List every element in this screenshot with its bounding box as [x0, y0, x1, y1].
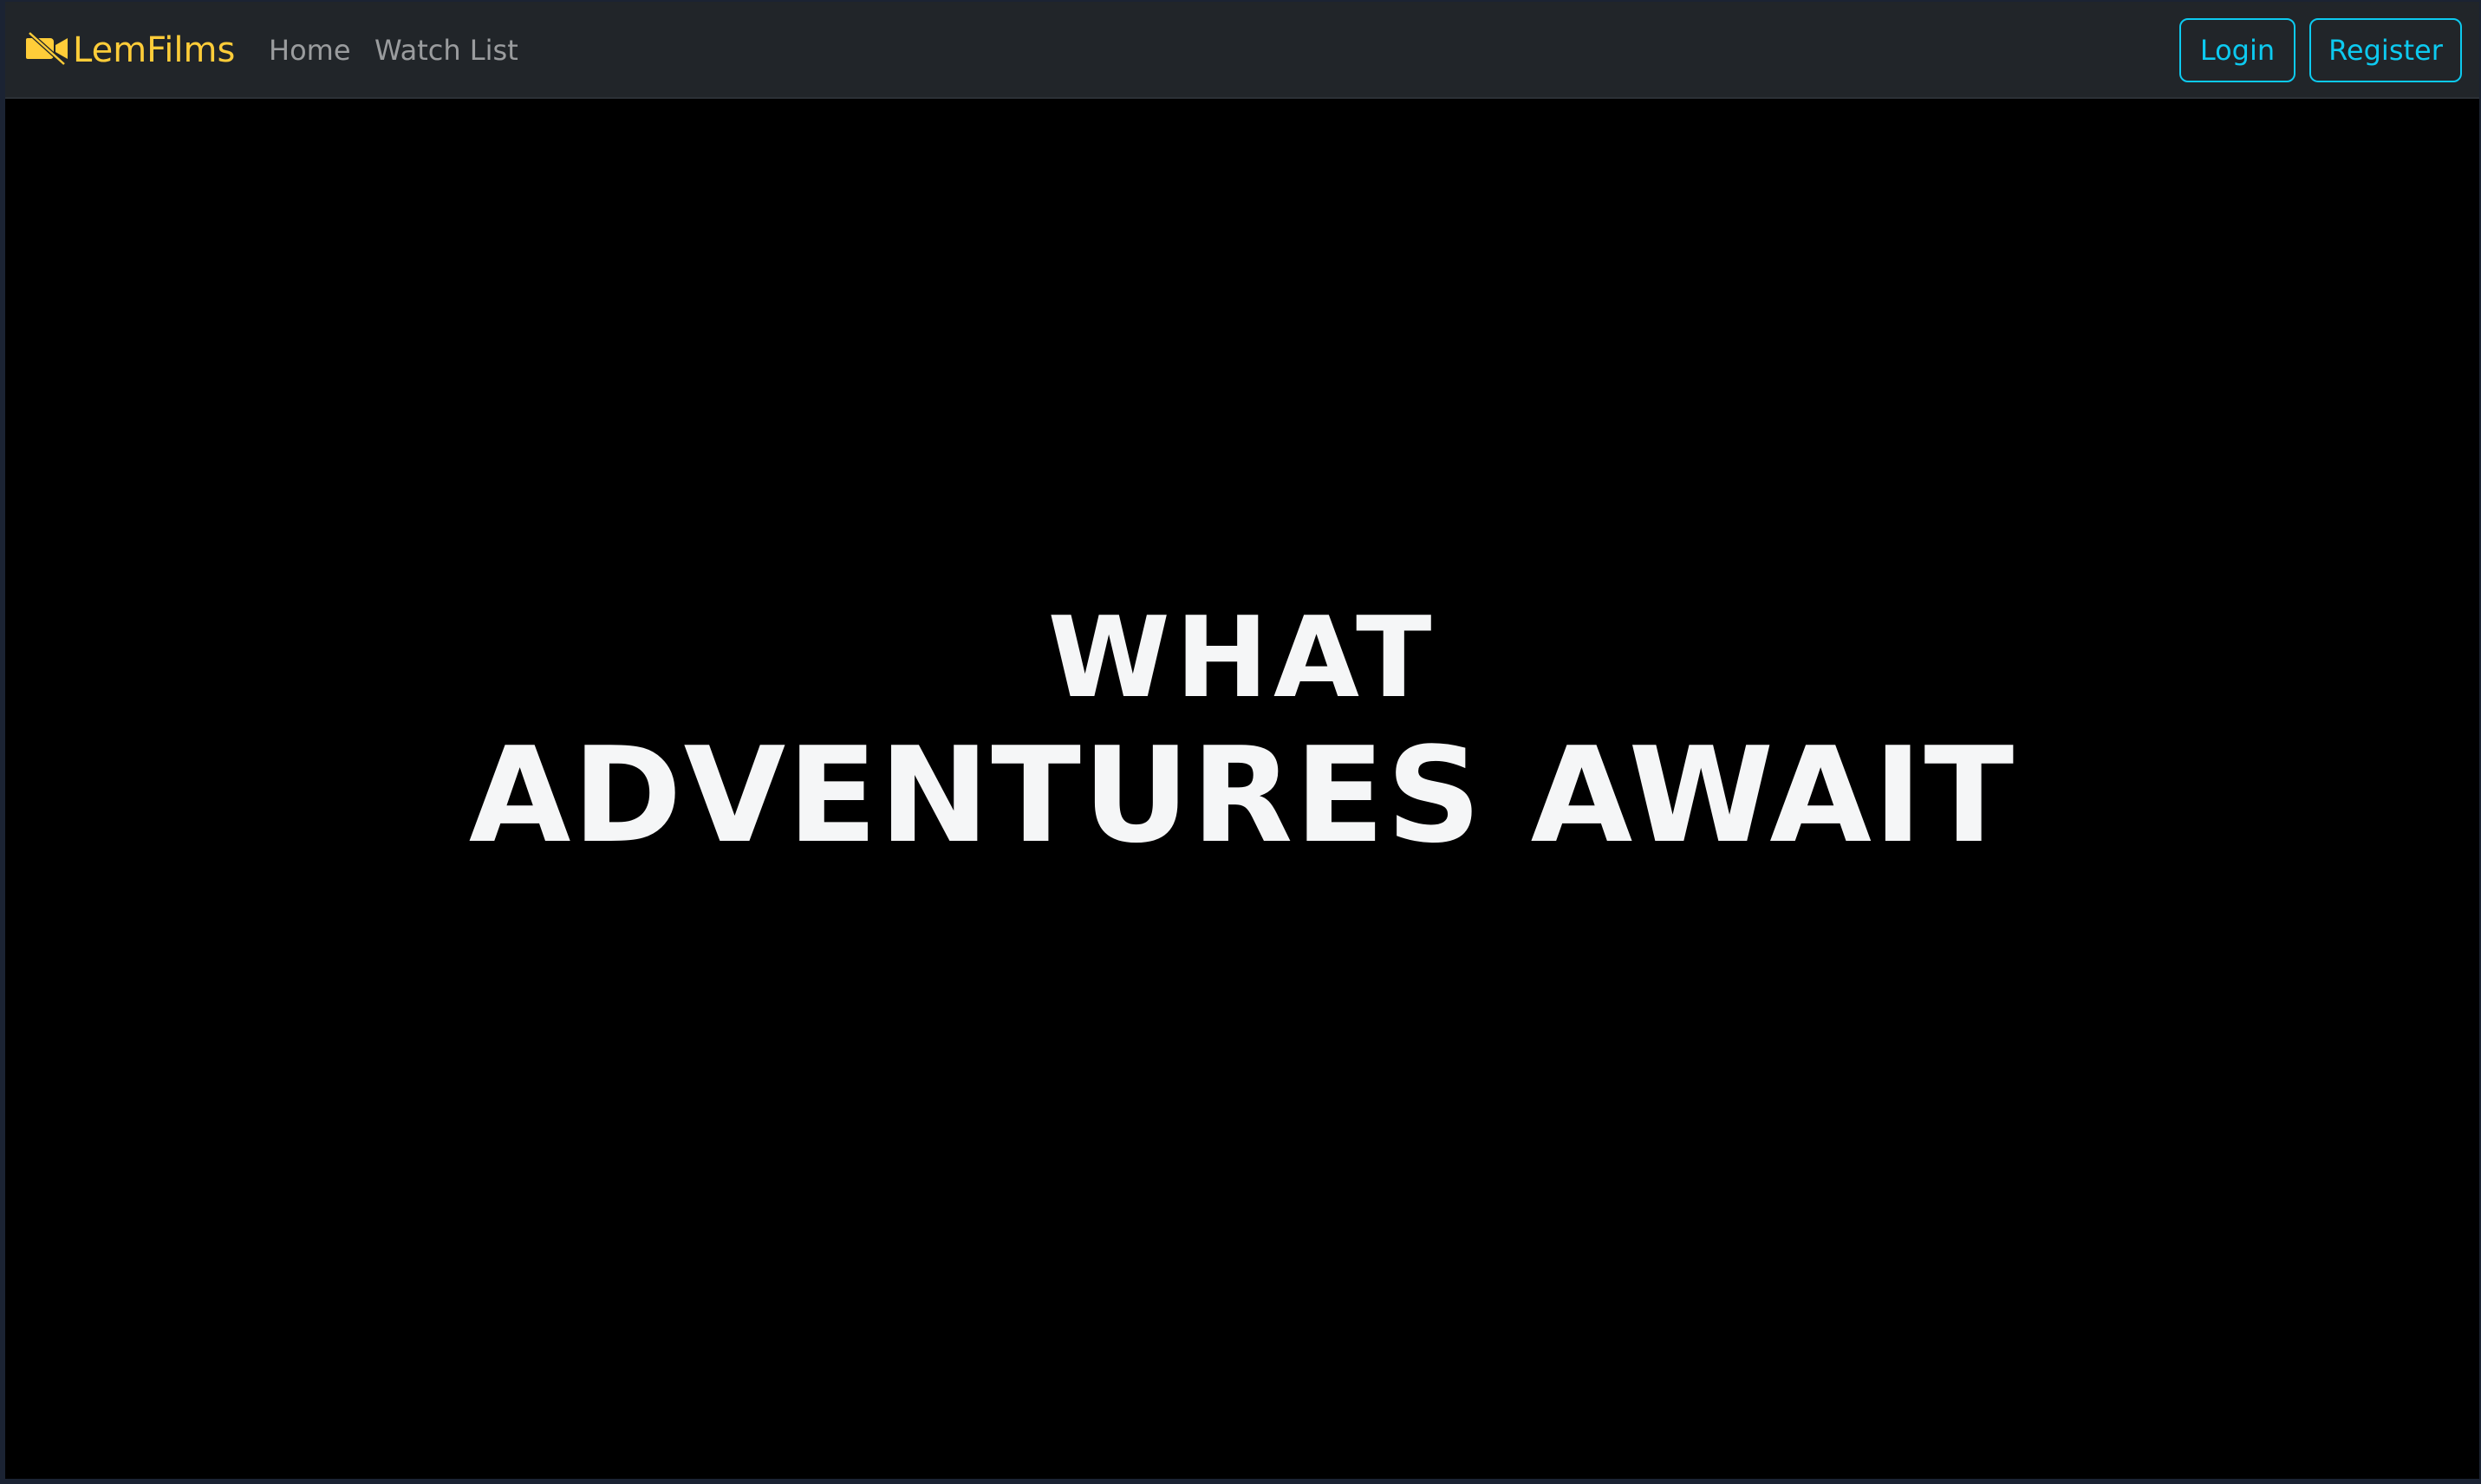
browser-window: LemFilms Home Watch List Login Register … — [5, 2, 2479, 1479]
navbar: LemFilms Home Watch List Login Register — [5, 2, 2479, 99]
login-button[interactable]: Login — [2179, 18, 2295, 82]
brand-link[interactable]: LemFilms — [26, 2, 235, 99]
nav-link-home[interactable]: Home — [269, 2, 351, 99]
hero-title-line1: WHAT — [1047, 594, 1437, 723]
hero-title-line2: ADVENTURES AWAIT — [468, 719, 2016, 872]
brand-name: LemFilms — [73, 30, 236, 70]
register-button[interactable]: Register — [2309, 18, 2462, 82]
hero-banner: WHAT ADVENTURES AWAIT — [5, 99, 2479, 1479]
camera-video-off-icon — [26, 31, 73, 69]
nav-link-watch-list[interactable]: Watch List — [374, 2, 518, 99]
